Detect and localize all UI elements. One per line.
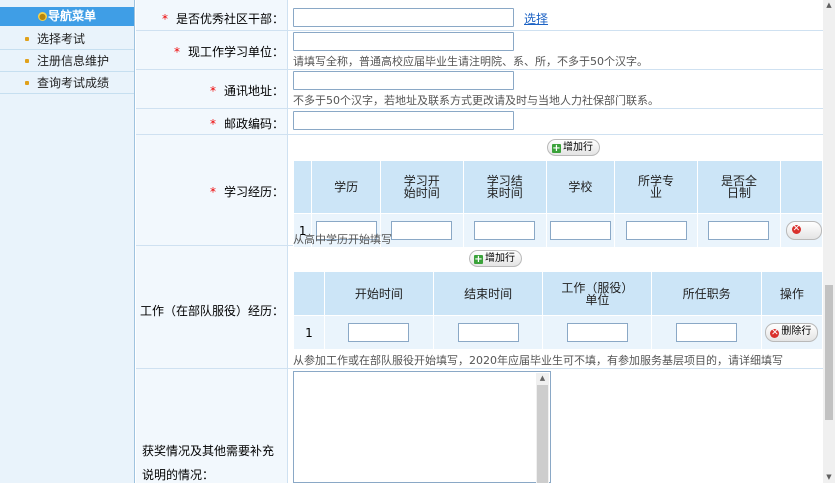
study-end-input[interactable] [474, 221, 536, 240]
row-address: * 通讯地址： 不多于50个汉字，若地址及联系方式更改请及时与当地人力社保部门联系… [136, 70, 823, 109]
row-work-unit: * 现工作学习单位： 请填写全称，普通高校应届毕业生请注明院、系、所，不多于50个… [136, 31, 823, 70]
field-label-awards: 获奖情况及其他需要补充说明的情况： [142, 444, 275, 482]
field-label-postcode: 邮政编码： [223, 117, 284, 131]
column-header: 结束时间 [432, 271, 544, 316]
major-input[interactable] [625, 221, 687, 240]
nav-header-title: 导航菜单 [47, 9, 96, 23]
study-start-input[interactable] [391, 221, 453, 240]
add-study-row-button[interactable]: + 增加行 [547, 139, 600, 156]
excellent-cadre-input[interactable] [293, 8, 514, 27]
row-study-experience: * 学习经历： + 增加行 学历 学习开始时间 学习结束时间 学校 所学专业 是否全… [136, 135, 823, 248]
scrollbar-thumb[interactable] [825, 285, 833, 420]
sidebar-item-registration-info[interactable]: 注册信息维护 [0, 51, 134, 72]
table-header-row: 学历 学习开始时间 学习结束时间 学校 所学专业 是否全日制 [292, 160, 823, 214]
bullet-icon [25, 37, 29, 41]
bullet-icon [25, 59, 29, 63]
registration-form: * 是否优秀社区干部： 选择 * 现工作学习单位： 请填写全称，普通高校应届毕业生请… [136, 0, 823, 483]
required-mark: * [209, 117, 216, 131]
postcode-input[interactable] [293, 111, 514, 130]
plus-icon: + [552, 143, 561, 154]
label-cell: 获奖情况及其他需要补充说明的情况： [136, 369, 288, 483]
label-cell: * 现工作学习单位： [136, 31, 288, 69]
school-input[interactable] [549, 221, 611, 240]
work-start-input[interactable] [348, 323, 410, 342]
scrollbar-thumb[interactable] [537, 385, 548, 483]
field-label-address: 通讯地址： [223, 84, 284, 98]
scroll-up-icon[interactable]: ▲ [536, 373, 549, 384]
label-cell: * 邮政编码： [136, 109, 288, 134]
column-header: 学校 [545, 160, 616, 214]
delete-icon: ✕ [791, 224, 801, 234]
column-header: 所任职务 [651, 271, 762, 316]
work-hint: 从参加工作或在部队服役开始填写，2020年应届毕业生可不填，有参加服务基层项目的… [293, 354, 783, 367]
row-work-experience: 工作（在部队服役）经历： + 增加行 开始时间 结束时间 工作（服役）单位 所任职… [136, 246, 823, 369]
required-mark: * [161, 12, 168, 26]
sidebar-item-exam-scores[interactable]: 查询考试成绩 [0, 73, 134, 94]
address-input[interactable] [293, 71, 514, 90]
study-hint: 从高中学历开始填写 [293, 233, 392, 246]
field-label-study: 学习经历： [223, 185, 284, 199]
bullet-icon [25, 81, 29, 85]
delete-work-row-button[interactable]: ✕ 删除行 [765, 323, 819, 342]
label-cell: * 通讯地址： [136, 70, 288, 108]
delete-icon: ✕ [770, 328, 780, 338]
table-header-row: 开始时间 结束时间 工作（服役）单位 所任职务 操作 [293, 271, 823, 316]
work-unit-hint: 请填写全称，普通高校应届毕业生请注明院、系、所，不多于50个汉字。 [293, 55, 648, 68]
sidebar-item-label[interactable]: 选择考试 [37, 29, 85, 50]
delete-study-row-button[interactable]: ✕ [785, 221, 822, 240]
required-mark: * [209, 84, 216, 98]
row-index: 1 [293, 315, 325, 350]
label-cell: 工作（在部队服役）经历： [136, 246, 288, 368]
column-header: 学习结束时间 [462, 160, 547, 214]
awards-textarea[interactable]: ▲ [293, 371, 551, 483]
row-excellent-cadre: * 是否优秀社区干部： 选择 [136, 0, 823, 31]
sidebar: ● 导航菜单 选择考试 注册信息维护 查询考试成绩 [0, 0, 135, 483]
add-work-row-button[interactable]: + 增加行 [469, 250, 522, 267]
select-link[interactable]: 选择 [524, 10, 548, 27]
required-mark: * [173, 45, 180, 59]
fulltime-input[interactable] [708, 221, 770, 240]
plus-icon: + [474, 254, 483, 265]
required-mark: * [209, 185, 216, 199]
work-unit-input[interactable] [293, 32, 514, 51]
page-scrollbar[interactable]: ▲ ▼ [823, 0, 835, 483]
position-input[interactable] [676, 323, 738, 342]
field-label-work-unit: 现工作学习单位： [187, 45, 284, 59]
column-header: 学习开始时间 [379, 160, 464, 214]
column-header: 是否全日制 [697, 160, 781, 214]
field-label-work: 工作（在部队服役）经历： [139, 304, 284, 318]
scroll-up-icon[interactable]: ▲ [823, 0, 835, 11]
textarea-scrollbar[interactable]: ▲ [536, 373, 549, 483]
work-unit-cell-input[interactable] [566, 323, 628, 342]
field-label-excellent-cadre: 是否优秀社区干部： [175, 12, 284, 26]
sidebar-item-label[interactable]: 查询考试成绩 [37, 73, 109, 94]
column-header: 工作（服役）单位 [542, 271, 653, 316]
table-row: 1 ✕ 删除行 [293, 315, 823, 350]
work-table: 开始时间 结束时间 工作（服役）单位 所任职务 操作 1 ✕ 删除行 [293, 271, 823, 350]
column-header: 学历 [311, 160, 381, 214]
row-postcode: * 邮政编码： [136, 109, 823, 135]
label-cell: * 学习经历： [136, 135, 288, 245]
nav-header-icon: ● [37, 12, 47, 21]
sidebar-item-label[interactable]: 注册信息维护 [37, 51, 109, 72]
address-hint: 不多于50个汉字，若地址及联系方式更改请及时与当地人力社保部门联系。 [293, 94, 659, 107]
sidebar-item-select-exam[interactable]: 选择考试 [0, 29, 134, 50]
work-end-input[interactable] [457, 323, 519, 342]
column-header: 开始时间 [323, 271, 435, 316]
label-cell: * 是否优秀社区干部： [136, 0, 288, 30]
nav-header: ● 导航菜单 [0, 7, 134, 26]
column-header: 操作 [760, 271, 823, 316]
scroll-down-icon[interactable]: ▼ [823, 472, 835, 483]
column-header: 所学专业 [614, 160, 698, 214]
